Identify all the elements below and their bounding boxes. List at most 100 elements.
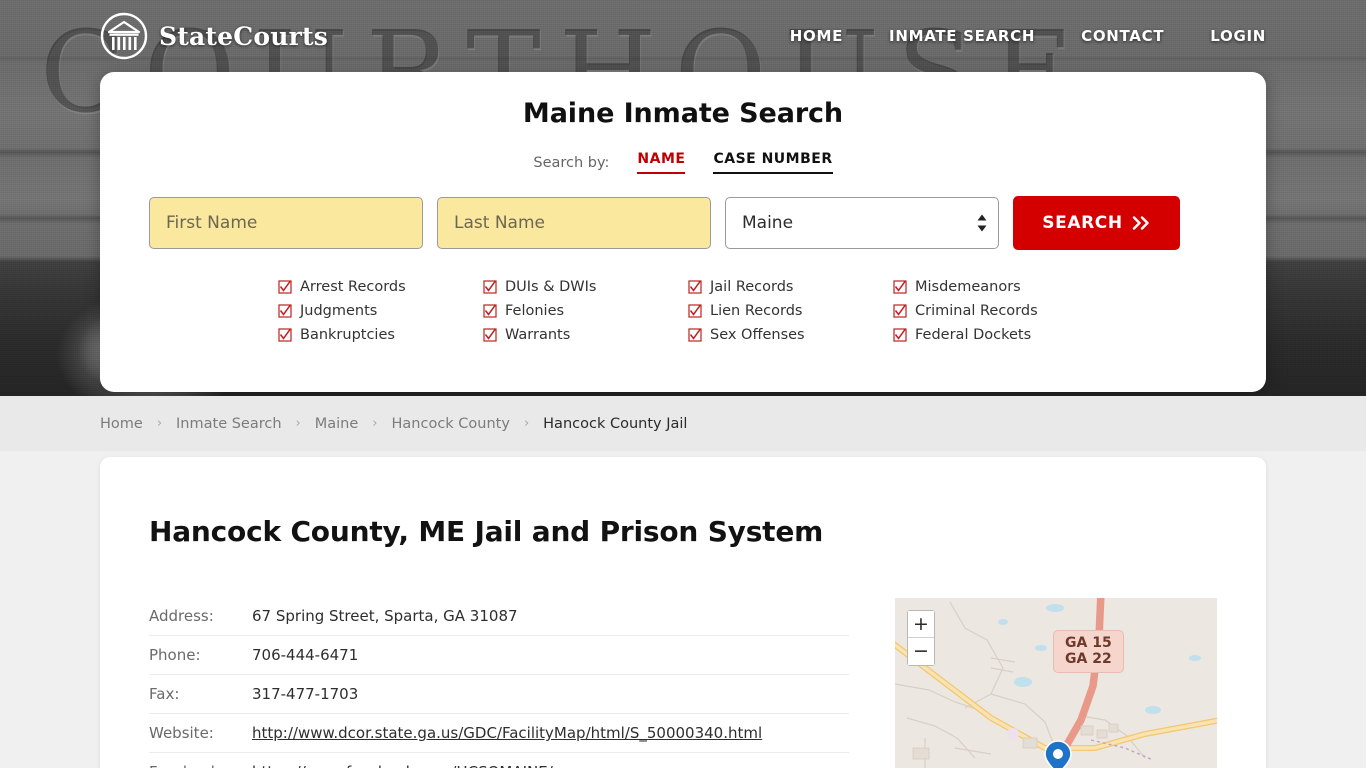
record-type-felonies[interactable]: Felonies (483, 299, 688, 323)
checked-box-icon (483, 280, 497, 294)
breadcrumb-item-maine[interactable]: Maine (315, 416, 359, 432)
record-type-label: Bankruptcies (300, 327, 395, 343)
record-type-arrest-records[interactable]: Arrest Records (278, 275, 483, 299)
detail-label-fax: Fax: (149, 685, 180, 703)
search-button[interactable]: SEARCH (1013, 196, 1180, 250)
checked-box-icon (278, 280, 292, 294)
brand-logo[interactable]: StateCourts (100, 12, 328, 60)
breadcrumb-separator-icon: › (156, 416, 163, 431)
search-button-label: SEARCH (1042, 213, 1123, 233)
record-type-criminal-records[interactable]: Criminal Records (893, 299, 1098, 323)
record-type-misdemeanors[interactable]: Misdemeanors (893, 275, 1098, 299)
search-by-row: Search by: NAME CASE NUMBER (100, 151, 1266, 174)
tab-name[interactable]: NAME (637, 151, 686, 174)
detail-value-website: http://www.dcor.state.ga.us/GDC/Facility… (252, 714, 849, 753)
search-card-title: Maine Inmate Search (522, 98, 844, 129)
facility-card: Hancock County, ME Jail and Prison Syste… (100, 457, 1266, 768)
map-zoom-in-button[interactable]: + (908, 611, 934, 638)
breadcrumb-item-current: Hancock County Jail (543, 415, 688, 432)
checked-box-icon (483, 304, 497, 318)
record-type-label: Lien Records (710, 303, 803, 319)
table-row: Address: 67 Spring Street, Sparta, GA 31… (149, 597, 849, 636)
breadcrumb-item-inmate-search[interactable]: Inmate Search (176, 416, 282, 432)
inmate-search-card: Maine Inmate Search Search by: NAME CASE… (100, 72, 1266, 392)
first-name-input[interactable] (149, 197, 423, 249)
record-type-lien-records[interactable]: Lien Records (688, 299, 893, 323)
breadcrumb-separator-icon: › (295, 416, 301, 431)
main-navigation: HOME INMATE SEARCH CONTACT LOGIN (790, 27, 1266, 45)
record-type-label: Federal Dockets (915, 327, 1032, 343)
record-type-federal-dockets[interactable]: Federal Dockets (893, 323, 1098, 347)
detail-label-address: Address: (149, 607, 214, 625)
record-type-label: Warrants (505, 327, 571, 343)
record-type-bankruptcies[interactable]: Bankruptcies (278, 323, 483, 347)
record-type-label: Felonies (505, 303, 565, 319)
record-type-duis-dwis[interactable]: DUIs & DWIs (483, 275, 688, 299)
checked-box-icon (483, 328, 497, 342)
location-map[interactable]: + − GA 15 GA 22 (895, 598, 1217, 768)
checked-box-icon (893, 328, 907, 342)
detail-value-address: 67 Spring Street, Sparta, GA 31087 (252, 607, 518, 625)
state-select-wrapper: Maine (725, 197, 999, 249)
detail-value-phone: 706-444-6471 (252, 646, 359, 664)
breadcrumb-item-hancock-county[interactable]: Hancock County (392, 416, 510, 432)
map-pin-icon[interactable] (1044, 740, 1072, 768)
record-type-label: DUIs & DWIs (505, 279, 597, 295)
state-select[interactable]: Maine (725, 197, 999, 249)
hero-header: COURTHOUSE StateCourts HOME INMATE SEARC… (0, 0, 1366, 396)
checked-box-icon (688, 304, 702, 318)
checked-box-icon (893, 280, 907, 294)
detail-label-facebook: Facebook: (149, 753, 252, 768)
checked-box-icon (278, 304, 292, 318)
record-type-list: Arrest Records DUIs & DWIs Jail Records … (100, 275, 1266, 347)
breadcrumb-item-home[interactable]: Home (100, 416, 143, 432)
brand-name: StateCourts (159, 21, 328, 51)
detail-value-facebook: https://www.facebook.com/HCSOMAINE/ (252, 753, 849, 768)
record-type-warrants[interactable]: Warrants (483, 323, 688, 347)
checked-box-icon (893, 304, 907, 318)
table-row: Fax: 317-477-1703 (149, 675, 849, 714)
record-type-label: Jail Records (710, 279, 794, 295)
nav-item-contact[interactable]: CONTACT (1081, 27, 1164, 45)
page-title: Hancock County, ME Jail and Prison Syste… (149, 515, 824, 548)
search-form: Maine SEARCH (100, 196, 1266, 250)
record-type-sex-offenses[interactable]: Sex Offenses (688, 323, 893, 347)
last-name-input[interactable] (437, 197, 711, 249)
checked-box-icon (278, 328, 292, 342)
double-chevron-right-icon (1132, 216, 1149, 230)
map-zoom-controls: + − (907, 610, 935, 666)
record-type-label: Criminal Records (915, 303, 1038, 319)
record-type-label: Misdemeanors (915, 279, 1021, 295)
table-row: Facebook: https://www.facebook.com/HCSOM… (149, 753, 849, 768)
map-zoom-out-button[interactable]: − (908, 638, 934, 665)
route-number-primary: GA 15 (1065, 635, 1112, 651)
breadcrumb-separator-icon: › (523, 416, 530, 431)
record-type-label: Judgments (300, 303, 378, 319)
breadcrumb-bar: Home › Inmate Search › Maine › Hancock C… (0, 396, 1366, 451)
route-number-secondary: GA 22 (1065, 651, 1112, 668)
nav-item-login[interactable]: LOGIN (1210, 27, 1266, 45)
website-link[interactable]: http://www.dcor.state.ga.us/GDC/Facility… (252, 724, 762, 742)
table-row: Website: http://www.dcor.state.ga.us/GDC… (149, 714, 849, 753)
facility-details-table: Address: 67 Spring Street, Sparta, GA 31… (149, 597, 849, 768)
detail-label-phone: Phone: (149, 646, 201, 664)
courthouse-logo-icon (100, 12, 148, 60)
breadcrumb-separator-icon: › (372, 416, 378, 431)
tab-case-number[interactable]: CASE NUMBER (713, 151, 833, 174)
record-type-label: Arrest Records (300, 279, 406, 295)
route-shield-label: GA 15 GA 22 (1053, 630, 1124, 674)
record-type-judgments[interactable]: Judgments (278, 299, 483, 323)
detail-value-fax: 317-477-1703 (252, 685, 359, 703)
nav-item-home[interactable]: HOME (790, 27, 843, 45)
table-row: Phone: 706-444-6471 (149, 636, 849, 675)
top-bar: StateCourts HOME INMATE SEARCH CONTACT L… (0, 0, 1366, 72)
checked-box-icon (688, 280, 702, 294)
content-area: Hancock County, ME Jail and Prison Syste… (0, 457, 1366, 768)
detail-label-website: Website: (149, 724, 214, 742)
facebook-link[interactable]: https://www.facebook.com/HCSOMAINE/ (252, 763, 553, 768)
nav-item-inmate-search[interactable]: INMATE SEARCH (889, 27, 1035, 45)
breadcrumb: Home › Inmate Search › Maine › Hancock C… (100, 416, 687, 432)
search-by-label: Search by: (533, 154, 610, 171)
record-type-label: Sex Offenses (710, 327, 805, 343)
record-type-jail-records[interactable]: Jail Records (688, 275, 893, 299)
